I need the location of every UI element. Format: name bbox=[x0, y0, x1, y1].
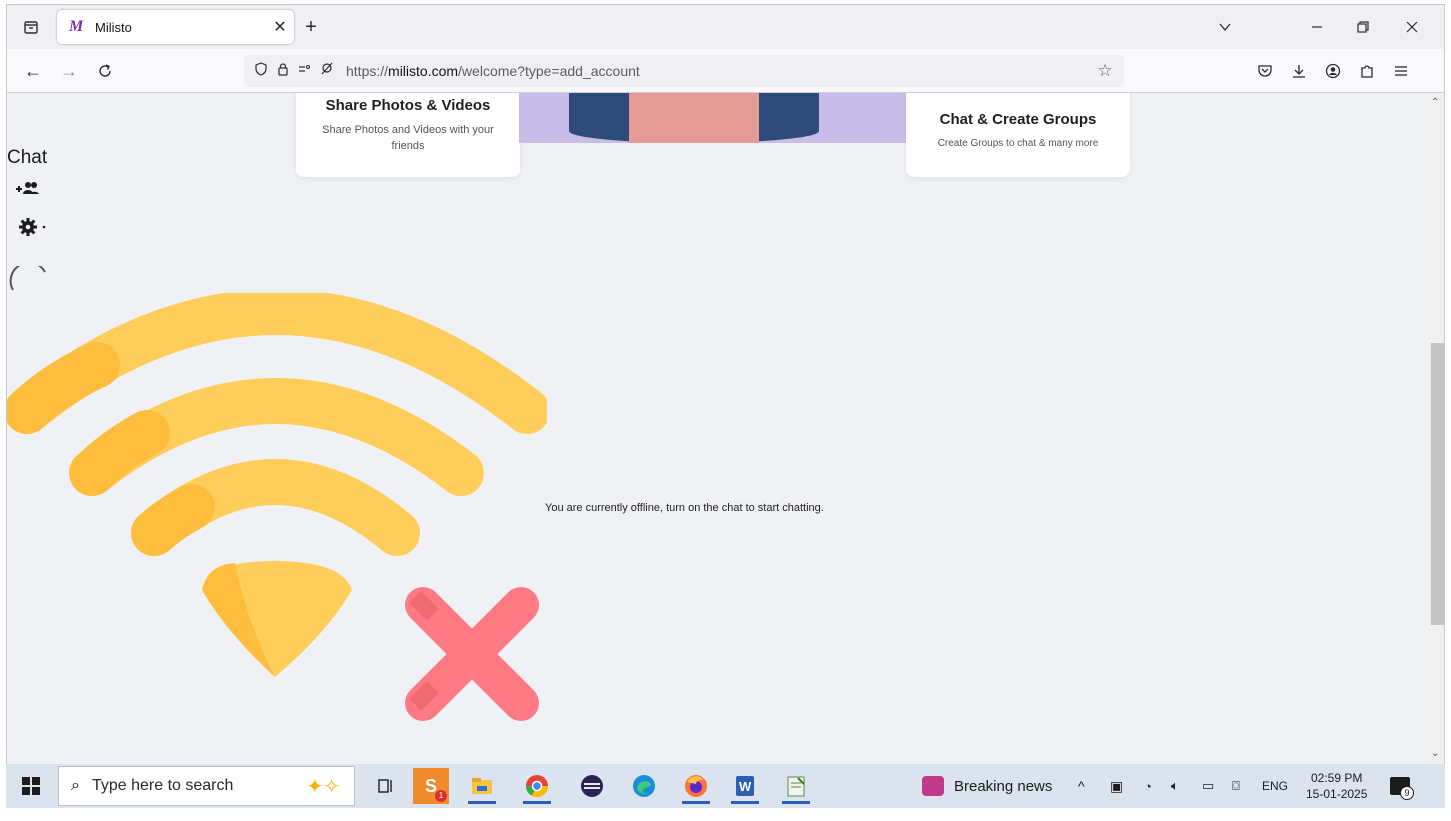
hero-person-shirt bbox=[629, 93, 759, 143]
browser-window: M Milisto ✕ + ← → https://milisto.com/we… bbox=[6, 4, 1445, 808]
forward-arrow-icon[interactable]: → bbox=[57, 59, 81, 83]
shield-icon[interactable] bbox=[250, 62, 272, 80]
skype-app-icon[interactable]: S 1 bbox=[413, 768, 449, 804]
tab-title: Milisto bbox=[95, 19, 132, 35]
taskbar-search-box[interactable]: ⌕ Type here to search ✦✧ bbox=[58, 766, 355, 806]
chrome-icon[interactable] bbox=[519, 768, 555, 804]
close-tab-icon[interactable]: ✕ bbox=[266, 17, 294, 37]
news-widget[interactable]: Breaking news bbox=[922, 764, 1052, 808]
bookmark-star-icon[interactable]: ☆ bbox=[1094, 61, 1116, 81]
search-icon: ⌕ bbox=[71, 777, 80, 794]
notification-badge: 9 bbox=[1400, 786, 1414, 800]
active-app-indicator bbox=[468, 801, 496, 804]
edge-icon[interactable] bbox=[626, 768, 662, 804]
loading-spinner-icon bbox=[9, 261, 49, 296]
scroll-up-icon[interactable]: ⌃ bbox=[1431, 97, 1439, 108]
volume-icon[interactable]: 🔈︎ bbox=[1171, 764, 1179, 808]
reload-icon[interactable] bbox=[93, 59, 117, 83]
title-bar: M Milisto ✕ + bbox=[7, 5, 1444, 49]
url-domain: milisto.com bbox=[388, 63, 459, 79]
pocket-icon[interactable] bbox=[1253, 59, 1277, 83]
clock[interactable]: 02:59 PM 15-01-2025 bbox=[1306, 764, 1367, 808]
news-icon bbox=[922, 776, 944, 796]
account-icon[interactable] bbox=[1321, 59, 1345, 83]
feature-card-photos: Share Photos & Videos Share Photos and V… bbox=[296, 93, 520, 177]
navigation-toolbar: ← → https://milisto.com/welcome?type=add… bbox=[7, 49, 1444, 93]
tab-list-icon[interactable] bbox=[19, 15, 43, 39]
address-bar[interactable]: https://milisto.com/welcome?type=add_acc… bbox=[244, 55, 1124, 87]
word-icon[interactable]: W bbox=[727, 768, 763, 804]
milisto-favicon-icon: M bbox=[69, 18, 84, 35]
active-app-indicator bbox=[523, 801, 551, 804]
skype-badge: 1 bbox=[435, 790, 447, 802]
show-hidden-icons-icon[interactable]: ^ bbox=[1078, 764, 1085, 808]
url-path: /welcome?type=add_account bbox=[458, 63, 640, 79]
hero-image bbox=[519, 93, 907, 143]
downloads-icon[interactable] bbox=[1287, 59, 1311, 83]
file-explorer-icon[interactable] bbox=[464, 768, 500, 804]
sparkle-icon[interactable]: ✦✧ bbox=[306, 774, 340, 799]
feature-card-title: Share Photos & Videos bbox=[325, 97, 491, 114]
notification-center-icon[interactable]: 9 bbox=[1390, 764, 1414, 808]
active-app-indicator bbox=[682, 801, 710, 804]
meet-now-icon[interactable]: ▣ bbox=[1110, 764, 1123, 808]
menu-hamburger-icon[interactable] bbox=[1389, 59, 1413, 83]
scrollbar-thumb[interactable] bbox=[1431, 343, 1444, 625]
back-arrow-icon[interactable]: ← bbox=[21, 59, 45, 83]
wifi-tray-icon[interactable]: ◔ bbox=[1144, 764, 1152, 808]
battery-icon[interactable]: ▭ bbox=[1202, 764, 1214, 808]
scroll-down-icon[interactable]: ⌄ bbox=[1431, 748, 1439, 759]
new-tab-icon[interactable]: + bbox=[299, 15, 323, 39]
task-view-icon[interactable] bbox=[368, 768, 404, 804]
permissions-icon[interactable] bbox=[294, 62, 316, 80]
news-label: Breaking news bbox=[954, 777, 1053, 795]
restore-icon[interactable] bbox=[1351, 15, 1375, 39]
settings-gear-icon[interactable] bbox=[17, 215, 57, 239]
lock-icon[interactable] bbox=[272, 62, 294, 80]
chevron-down-icon[interactable] bbox=[1213, 15, 1237, 39]
pen-tray-icon[interactable]: ⌼ bbox=[1232, 764, 1240, 808]
search-placeholder: Type here to search bbox=[91, 777, 234, 794]
extensions-icon[interactable] bbox=[1355, 59, 1379, 83]
language-indicator[interactable]: ENG bbox=[1262, 764, 1288, 808]
clock-date: 15-01-2025 bbox=[1306, 787, 1368, 801]
chat-heading: Chat bbox=[7, 147, 48, 168]
feature-card-title: Chat & Create Groups bbox=[939, 111, 1097, 128]
firefox-icon[interactable] bbox=[678, 768, 714, 804]
offline-message: You are currently offline, turn on the c… bbox=[545, 502, 824, 514]
windows-start-icon[interactable] bbox=[22, 777, 40, 795]
add-group-icon[interactable] bbox=[13, 179, 43, 199]
notepad-icon[interactable] bbox=[778, 768, 814, 804]
offline-cross-icon bbox=[399, 581, 545, 727]
page-scrollbar[interactable]: ⌃ ⌄ bbox=[1427, 93, 1444, 769]
eclipse-icon[interactable] bbox=[574, 768, 610, 804]
minimize-icon[interactable] bbox=[1305, 15, 1329, 39]
url-prefix: https:// bbox=[346, 63, 389, 79]
feature-card-desc: Create Groups to chat & many more bbox=[937, 138, 1099, 149]
tab-milisto[interactable]: M Milisto ✕ bbox=[57, 10, 294, 44]
feature-card-desc: Share Photos and Videos with your friend… bbox=[322, 124, 494, 152]
page-content: Share Photos & Videos Share Photos and V… bbox=[7, 93, 1427, 769]
url-text[interactable]: https://milisto.com/welcome?type=add_acc… bbox=[346, 63, 640, 79]
svg-text:W: W bbox=[739, 779, 752, 794]
close-window-icon[interactable] bbox=[1400, 15, 1424, 39]
active-app-indicator bbox=[782, 801, 810, 804]
active-app-indicator bbox=[731, 801, 759, 804]
windows-taskbar: ⌕ Type here to search ✦✧ S 1 W Breaking … bbox=[6, 764, 1445, 808]
feature-card-groups: Chat & Create Groups Create Groups to ch… bbox=[906, 93, 1130, 177]
clock-time: 02:59 PM bbox=[1311, 771, 1363, 785]
location-blocked-icon[interactable] bbox=[316, 62, 338, 80]
